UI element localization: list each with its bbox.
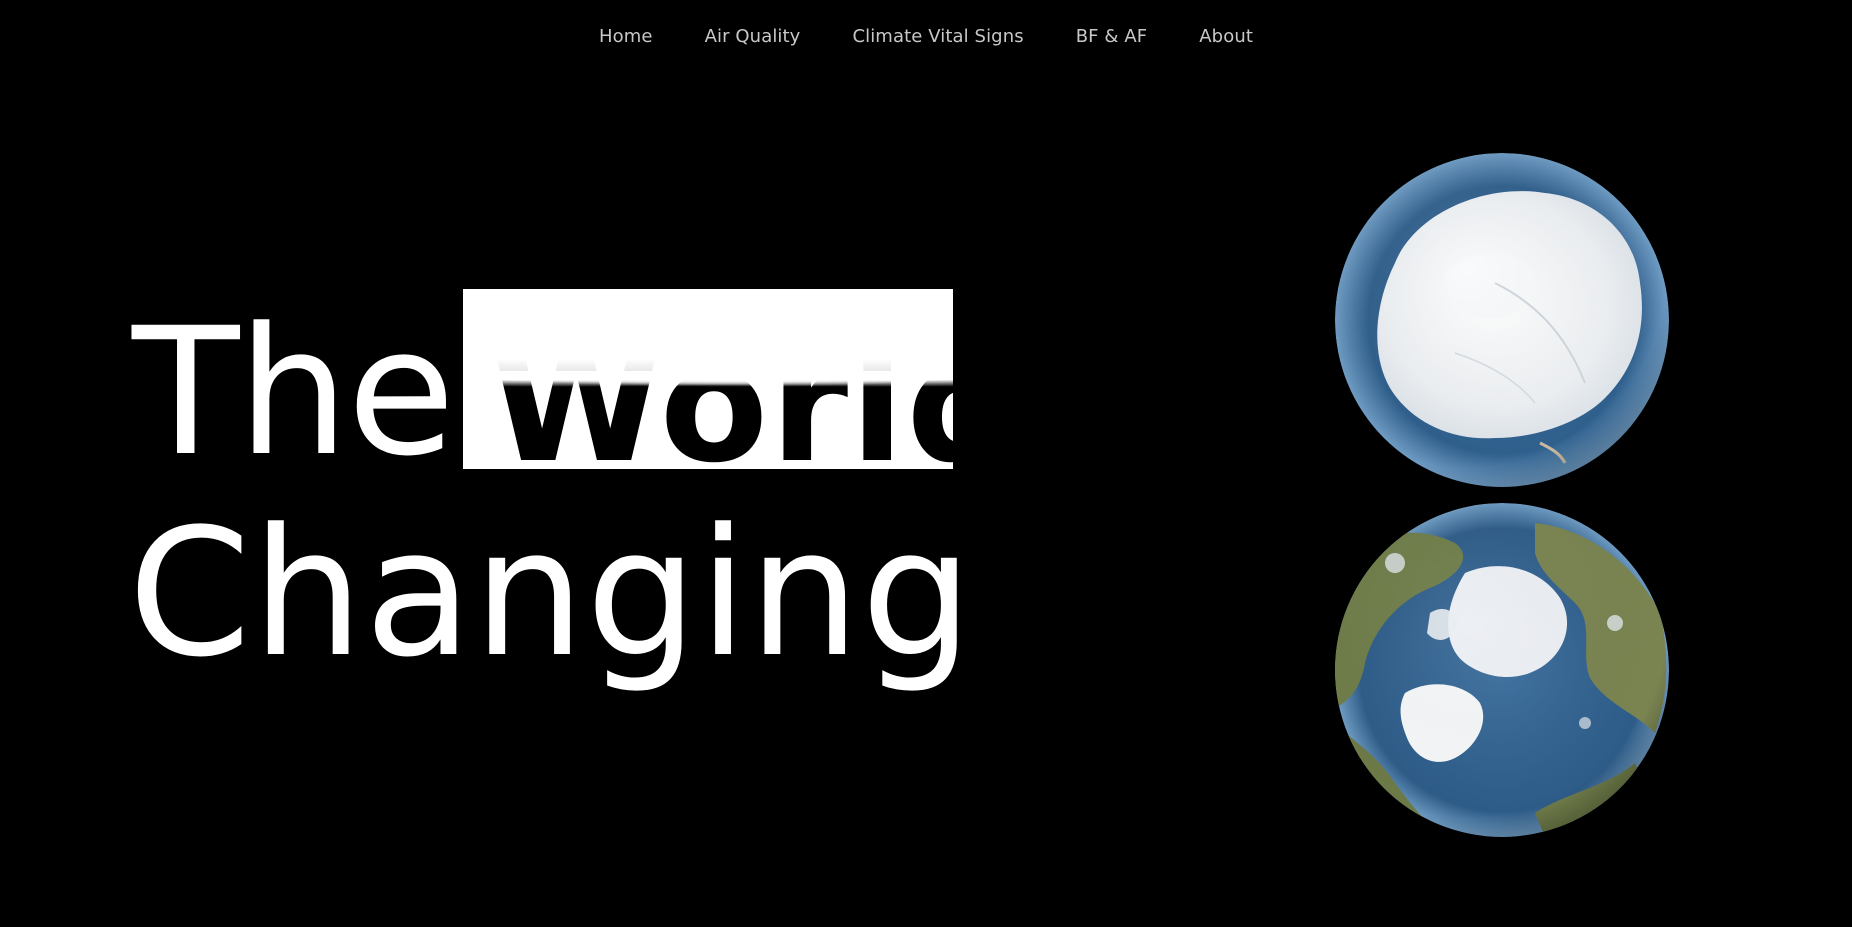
hero-headline: The World Changing [128, 0, 1028, 927]
headline-highlight-box: World [463, 289, 953, 469]
headline-word-changing: Changing [128, 491, 974, 696]
headline-word-the: The [132, 290, 455, 495]
antarctica-globe-icon [1335, 153, 1669, 487]
headline-reveal-mask [463, 289, 953, 387]
nav-about[interactable]: About [1199, 26, 1253, 47]
nav-bf-af[interactable]: BF & AF [1076, 26, 1148, 47]
arctic-globe-icon [1335, 503, 1669, 837]
